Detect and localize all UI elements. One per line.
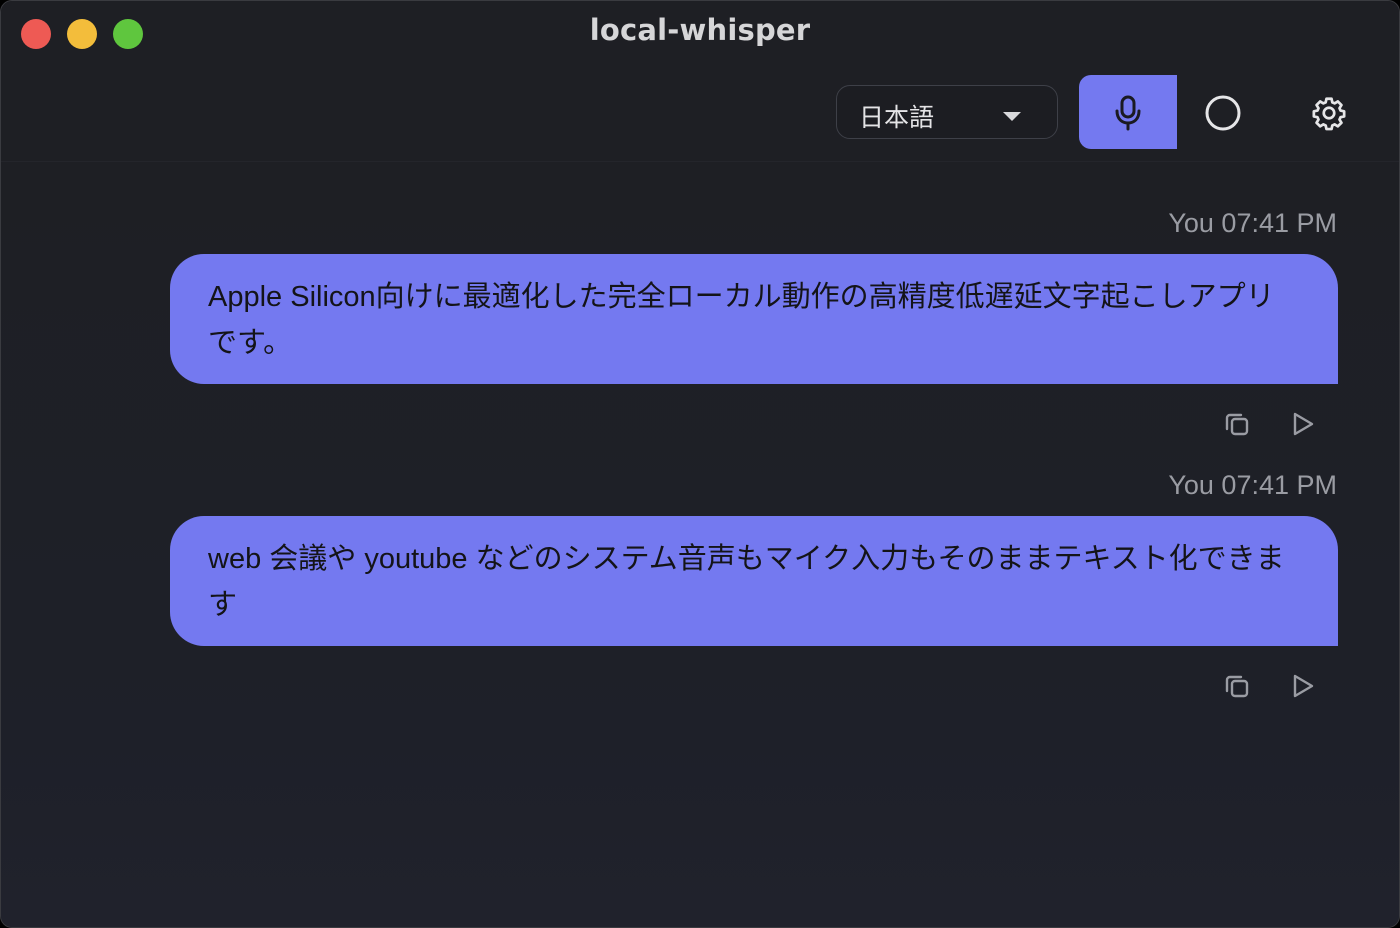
play-button[interactable]: [1283, 666, 1323, 706]
message-meta: You 07:41 PM: [1168, 208, 1337, 238]
message-text: Apple Silicon向けに最適化した完全ローカル動作の高精度低遅延文字起こ…: [208, 281, 1275, 359]
play-button[interactable]: [1283, 404, 1323, 444]
message-bubble: web 会議や youtube などのシステム音声もマイク入力もそのままテキスト…: [170, 516, 1338, 646]
copy-icon: [1225, 413, 1249, 436]
app-window: local-whisper 日本語 You 07:41 PM Apple Sil…: [0, 0, 1400, 928]
microphone-button[interactable]: [1079, 75, 1177, 149]
message-actions: [1207, 666, 1327, 706]
copy-icon: [1225, 675, 1249, 698]
chevron-down-icon: [1003, 112, 1021, 121]
window-title: local-whisper: [589, 13, 811, 47]
message-list[interactable]: You 07:41 PM Apple Silicon向けに最適化した完全ローカル…: [1, 162, 1399, 927]
message-meta: You 07:41 PM: [1168, 470, 1337, 500]
language-select-value: 日本語: [859, 103, 935, 132]
play-icon: [1293, 674, 1314, 698]
circle-icon: [1205, 95, 1241, 131]
gear-icon: [1312, 97, 1346, 131]
copy-button[interactable]: [1217, 666, 1257, 706]
settings-button[interactable]: [1301, 83, 1357, 143]
language-select[interactable]: 日本語: [836, 85, 1058, 139]
message-bubble: Apple Silicon向けに最適化した完全ローカル動作の高精度低遅延文字起こ…: [170, 254, 1338, 384]
message-actions: [1207, 404, 1327, 444]
microphone-icon: [1115, 95, 1141, 131]
system-audio-button[interactable]: [1193, 83, 1253, 143]
toolbar: 日本語: [1, 65, 1399, 162]
title-bar: local-whisper: [1, 1, 1399, 65]
message-text: web 会議や youtube などのシステム音声もマイク入力もそのままテキスト…: [208, 543, 1285, 621]
play-icon: [1293, 412, 1314, 436]
copy-button[interactable]: [1217, 404, 1257, 444]
